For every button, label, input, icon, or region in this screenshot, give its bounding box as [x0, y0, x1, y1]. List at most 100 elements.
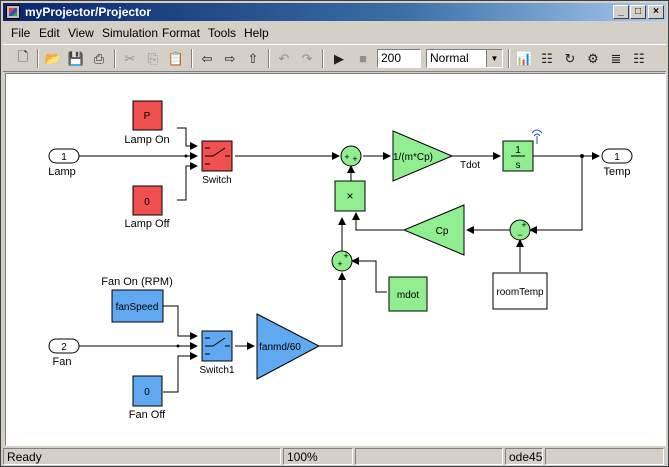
toolbar: 🗋 📂 💾 ⎙ ✂ ⎘ 📋 ⇦ ⇨ ⇧ ↶ ↷ ▶ ■ 200 Normal ▼… — [3, 44, 666, 72]
outport-temp-number: 1 — [614, 152, 620, 163]
inport-lamp-number: 1 — [61, 152, 67, 163]
run-icon[interactable]: ▶ — [329, 49, 349, 68]
sum-block-1[interactable]: + + — [340, 145, 362, 167]
menu-view[interactable]: View — [68, 26, 94, 40]
outport-temp-label: Temp — [604, 166, 631, 178]
simulink-window: myProjector/Projector _ □ × File Edit Vi… — [0, 0, 669, 467]
inport-fan[interactable]: 2 Fan — [48, 338, 80, 368]
signal-fan-off — [163, 352, 198, 393]
sum-block-2[interactable]: + + — [331, 250, 353, 272]
switch-block[interactable]: Switch — [201, 140, 233, 186]
constant-room-temp[interactable]: roomTemp — [492, 272, 548, 310]
redo-icon[interactable]: ↷ — [297, 49, 317, 68]
inport-lamp[interactable]: 1 Lamp — [48, 148, 80, 178]
status-text: Ready — [3, 448, 281, 465]
minimize-icon[interactable]: _ — [613, 5, 629, 19]
integrator-denominator: s — [516, 160, 521, 171]
stop-icon[interactable]: ■ — [353, 49, 373, 68]
build-icon[interactable]: ☷ — [537, 49, 557, 68]
block-grid-icon[interactable]: ☷ — [629, 49, 649, 68]
sum-3-sign-b: − — [517, 230, 522, 240]
outport-temp[interactable]: 1 Temp — [601, 148, 633, 178]
constant-fan-on[interactable]: Fan On (RPM) fanSpeed — [101, 276, 173, 323]
gain-block-cp[interactable]: Cp — [402, 204, 465, 256]
room-temp-value: roomTemp — [496, 287, 544, 298]
branch-point — [184, 154, 188, 158]
simulation-mode-select[interactable]: Normal ▼ — [426, 49, 503, 68]
signal-mdot — [351, 257, 387, 293]
library-browser-icon[interactable]: ↻ — [560, 49, 580, 68]
menu-simulation[interactable]: Simulation — [102, 26, 158, 40]
gain-block-fan[interactable]: fanmd/60 — [256, 313, 321, 380]
menu-edit[interactable]: Edit — [39, 26, 60, 40]
print-icon[interactable]: ⎙ — [89, 49, 109, 68]
signal-fan-gain-out — [319, 272, 346, 347]
inport-fan-number: 2 — [61, 342, 67, 353]
integrator-numerator: 1 — [515, 145, 521, 156]
solver-name: ode45 — [505, 448, 543, 465]
toolbar-separator — [322, 49, 324, 68]
constant-fan-off-value: 0 — [144, 387, 150, 398]
paste-icon[interactable]: 📋 — [166, 49, 186, 68]
menu-bar: File Edit View Simulation Format Tools H… — [3, 23, 666, 42]
up-arrow-icon[interactable]: ⇧ — [243, 49, 263, 68]
switch1-label: Switch1 — [199, 365, 234, 376]
close-icon[interactable]: × — [648, 5, 664, 19]
save-icon[interactable]: 💾 — [66, 49, 86, 68]
menu-tools[interactable]: Tools — [208, 26, 236, 40]
product-symbol: × — [346, 189, 353, 203]
stop-time-input[interactable]: 200 — [377, 49, 421, 68]
mdot-value: mdot — [397, 290, 419, 301]
inport-fan-label: Fan — [53, 356, 72, 368]
model-explorer-icon[interactable]: ⚙ — [583, 49, 603, 68]
constant-lamp-off-label: Lamp Off — [124, 218, 170, 230]
toolbar-separator — [114, 49, 116, 68]
signal-lamp-on — [177, 127, 198, 150]
menu-file[interactable]: File — [11, 26, 30, 40]
signal-temp-feedback — [529, 156, 583, 234]
constant-lamp-off[interactable]: 0 Lamp Off — [124, 185, 170, 230]
menu-help[interactable]: Help — [244, 26, 269, 40]
signal-lamp-off — [177, 162, 198, 201]
signal-fan-on — [163, 305, 198, 340]
sum-3-sign-a: + — [521, 220, 526, 230]
product-block[interactable]: × — [334, 180, 366, 212]
constant-fan-on-label: Fan On (RPM) — [101, 276, 173, 288]
toolbar-separator — [191, 49, 193, 68]
copy-icon[interactable]: ⎘ — [143, 49, 163, 68]
constant-lamp-off-value: 0 — [144, 197, 150, 208]
undo-icon[interactable]: ↶ — [274, 49, 294, 68]
debugger-icon[interactable]: ≣ — [606, 49, 626, 68]
model-canvas[interactable]: 1 Lamp P Lamp On 0 Lamp Off Switch + + 1… — [5, 73, 666, 446]
chevron-down-icon[interactable]: ▼ — [486, 50, 502, 67]
new-model-icon[interactable]: 🗋 — [13, 49, 33, 68]
constant-lamp-on-value: P — [144, 111, 151, 122]
constant-mdot[interactable]: mdot — [388, 276, 428, 312]
switch1-block[interactable]: Switch1 — [199, 330, 235, 376]
simulink-app-icon[interactable] — [6, 5, 20, 19]
update-diagram-icon[interactable]: 📊 — [514, 49, 534, 68]
constant-fan-off[interactable]: 0 Fan Off — [129, 375, 166, 421]
simulation-mode-value: Normal — [430, 51, 469, 65]
back-arrow-icon[interactable]: ⇦ — [197, 49, 217, 68]
constant-fan-off-label: Fan Off — [129, 409, 166, 421]
switch-label: Switch — [202, 175, 231, 186]
sum-block-3[interactable]: + − — [509, 219, 531, 241]
status-bar: Ready 100% ode45 — [3, 447, 666, 466]
menu-format[interactable]: Format — [162, 26, 200, 40]
forward-arrow-icon[interactable]: ⇨ — [220, 49, 240, 68]
integrator-block[interactable]: 1 s — [502, 140, 534, 172]
title-bar[interactable]: myProjector/Projector _ □ × — [3, 3, 666, 21]
gain-mcp-value: 1/(m*Cp) — [393, 152, 433, 163]
constant-lamp-on[interactable]: P Lamp On — [124, 100, 170, 146]
inport-lamp-label: Lamp — [48, 166, 76, 178]
open-folder-icon[interactable]: 📂 — [43, 49, 63, 68]
cut-icon[interactable]: ✂ — [120, 49, 140, 68]
gain-block-mcp[interactable]: 1/(m*Cp) — [392, 130, 454, 182]
maximize-icon[interactable]: □ — [630, 5, 646, 19]
status-cell-empty — [545, 448, 664, 465]
status-cell-empty — [355, 448, 503, 465]
signal-label-tdot: Tdot — [460, 160, 480, 171]
sum-2-sign-a: + — [343, 251, 348, 261]
branch-point — [176, 344, 180, 348]
